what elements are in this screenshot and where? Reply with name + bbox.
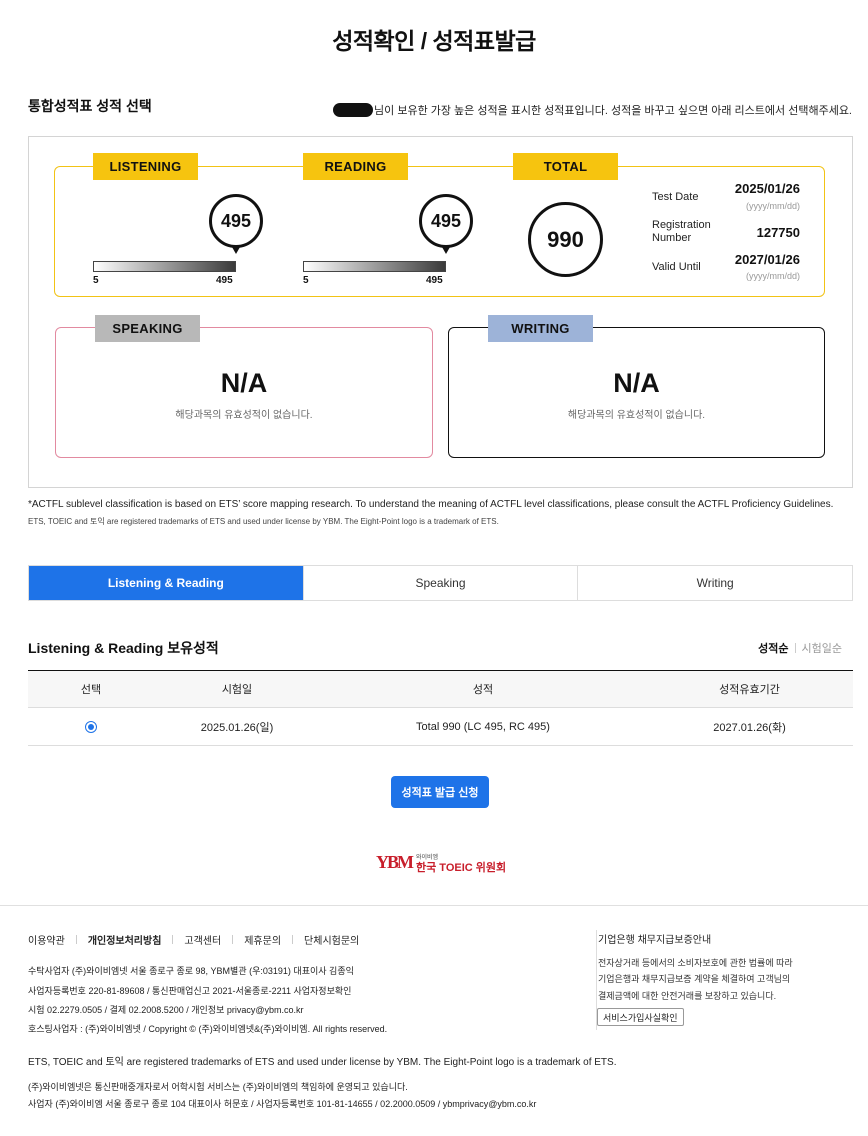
escrow-text-line: 전자상거래 등에서의 소비자보호에 관한 법률에 따라: [598, 958, 793, 968]
page-title: 성적확인 / 성적표발급: [332, 28, 536, 54]
registration-label-line2: Number: [652, 232, 692, 244]
reading-tag: READING: [303, 153, 408, 180]
listening-score-pin: 495: [209, 194, 263, 248]
col-select: 선택: [28, 670, 154, 708]
footer-link-terms[interactable]: 이용약관: [28, 932, 76, 947]
footer-link-partnership[interactable]: 제휴문의: [233, 932, 292, 947]
listening-pin-pointer: [232, 247, 240, 254]
footer-trademark: ETS, TOEIC and 토익 are registered tradema…: [28, 1057, 617, 1068]
sort-options: 성적순 시험일순: [758, 640, 842, 656]
sort-by-score[interactable]: 성적순: [758, 640, 788, 656]
tab-speaking[interactable]: Speaking: [302, 566, 578, 600]
footer-divider: [0, 905, 868, 906]
test-date-label: Test Date: [652, 191, 699, 203]
footer-info-line: 시험 02.2279.0505 / 결제 02.2008.5200 / 개인정보…: [28, 1005, 304, 1015]
reading-bar-max: 495: [426, 275, 443, 286]
footer-link-privacy[interactable]: 개인정보처리방침: [77, 932, 173, 947]
footer-info-line: 사업자등록번호 220-81-89608 / 통신판매업신고 2021-서울종로…: [28, 986, 352, 996]
registration-label-line1: Registration: [652, 219, 711, 231]
table-row[interactable]: 2025.01.26(일) Total 990 (LC 495, RC 495)…: [28, 707, 853, 746]
select-cell: [28, 707, 154, 746]
col-validity: 성적유효기간: [646, 670, 853, 708]
valid-until-format: (yyyy/mm/dd): [746, 271, 800, 281]
test-date-format: (yyyy/mm/dd): [746, 201, 800, 211]
test-date-cell: 2025.01.26(일): [154, 707, 320, 746]
speaking-score: N/A: [220, 368, 268, 398]
footer-info-line: 호스팅사업자 : (주)와이비엠넷 / Copyright © (주)와이비엠넷…: [28, 1024, 388, 1034]
logo-subtext: 와이비엠: [416, 854, 439, 861]
tab-writing[interactable]: Writing: [577, 566, 852, 600]
col-score: 성적: [320, 670, 646, 708]
writing-tag: WRITING: [488, 315, 593, 342]
score-cell: Total 990 (LC 495, RC 495): [320, 707, 646, 746]
valid-until-value: 2027/01/26: [734, 252, 800, 267]
escrow-verify-button[interactable]: 서비스가입사실확인: [597, 1008, 684, 1026]
holdings-title: Listening & Reading 보유성적: [28, 640, 219, 656]
table-header-row: 선택 시험일 성적 성적유효기간: [28, 670, 853, 708]
footer-business-line: (주)와이비엠넷은 통신판매중개자로서 어학시험 서비스는 (주)와이비엠의 책…: [28, 1082, 408, 1092]
test-type-tabs: Listening & Reading Speaking Writing: [28, 565, 853, 601]
escrow-text-line: 결제금액에 대한 안전거래를 보장하고 있습니다.: [598, 991, 777, 1001]
total-tag: TOTAL: [513, 153, 618, 180]
speaking-no-score-text: 해당과목의 유효성적이 없습니다.: [175, 410, 313, 421]
toeic-committee-logo: YBM 와이비엠 한국 TOEIC 위원회: [376, 852, 506, 873]
reading-score-bar: [303, 261, 446, 272]
registration-number: 127750: [756, 225, 800, 240]
footer-link-group-exam[interactable]: 단체시험문의: [293, 932, 370, 947]
writing-panel: N/A 해당과목의 유효성적이 없습니다.: [448, 327, 825, 458]
actfl-note: *ACTFL sublevel classification is based …: [28, 499, 834, 510]
validity-cell: 2027.01.26(화): [646, 707, 853, 746]
ybm-logo-mark: YBM: [376, 852, 414, 872]
sort-divider: [794, 643, 796, 653]
apply-score-report-button[interactable]: 성적표 발급 신청: [391, 776, 489, 808]
redacted-username: [333, 103, 374, 117]
speaking-tag: SPEAKING: [95, 315, 200, 342]
holdings-table: 선택 시험일 성적 성적유효기간 2025.01.26(일) Total 990…: [28, 670, 853, 746]
reading-bar-min: 5: [303, 275, 309, 286]
valid-until-label: Valid Until: [652, 261, 701, 273]
listening-tag: LISTENING: [93, 153, 198, 180]
escrow-title: 기업은행 채무지급보증안내: [598, 935, 712, 946]
writing-score: N/A: [613, 368, 660, 398]
score-select-radio[interactable]: [85, 720, 97, 733]
test-date-value: 2025/01/26: [734, 181, 800, 196]
tab-listening-reading[interactable]: Listening & Reading: [29, 566, 303, 600]
notice-text: 님이 보유한 가장 높은 성적을 표시한 성적표입니다. 성적을 바꾸고 싶으면…: [374, 105, 852, 117]
footer-info-line: 수탁사업자 (주)와이비엠넷 서울 종로구 종로 98, YBM별관 (우:03…: [28, 966, 354, 976]
section-title-score-select: 통합성적표 성적 선택: [28, 98, 152, 114]
col-test-date: 시험일: [154, 670, 320, 708]
sort-by-date[interactable]: 시험일순: [802, 640, 842, 656]
listening-score-bar: [93, 261, 236, 272]
footer-business-line: 사업자 (주)와이비엠 서울 종로구 종로 104 대표이사 허문호 / 사업자…: [28, 1099, 537, 1109]
trademark-note: ETS, TOEIC and 토익 are registered tradema…: [28, 517, 499, 526]
listening-bar-max: 495: [216, 275, 233, 286]
speaking-panel: N/A 해당과목의 유효성적이 없습니다.: [55, 327, 433, 458]
reading-pin-pointer: [442, 247, 450, 254]
footer-link-customer-center[interactable]: 고객센터: [173, 932, 232, 947]
logo-main-text: 한국 TOEIC 위원회: [416, 861, 507, 874]
writing-no-score-text: 해당과목의 유효성적이 없습니다.: [567, 410, 706, 421]
footer-links: 이용약관 개인정보처리방침 고객센터 제휴문의 단체시험문의: [28, 932, 370, 947]
highest-score-notice: 님이 보유한 가장 높은 성적을 표시한 성적표입니다. 성적을 바꾸고 싶으면…: [333, 102, 852, 118]
listening-bar-min: 5: [93, 275, 99, 286]
reading-score-pin: 495: [419, 194, 473, 248]
escrow-text-line: 기업은행과 채무지급보증 계약을 체결하여 고객님의: [598, 974, 791, 984]
total-score-circle: 990: [528, 202, 603, 277]
